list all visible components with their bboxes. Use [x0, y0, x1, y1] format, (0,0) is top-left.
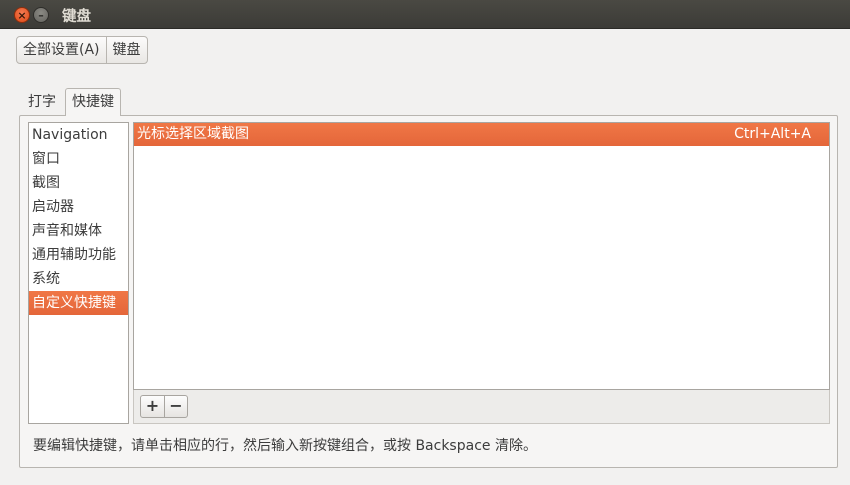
category-item-system[interactable]: 系统 — [29, 267, 128, 291]
window-title: 键盘 — [62, 9, 91, 25]
minimize-window-button[interactable]: – — [33, 7, 49, 23]
add-remove-buttons: + − — [140, 395, 188, 418]
remove-shortcut-button[interactable]: − — [164, 396, 187, 417]
shortcut-row[interactable]: 光标选择区域截图 Ctrl+Alt+A — [134, 123, 829, 146]
add-shortcut-button[interactable]: + — [141, 396, 164, 417]
shortcut-list-toolbar: + − — [133, 390, 830, 424]
title-bar[interactable]: × – 键盘 — [0, 0, 850, 29]
close-icon: × — [17, 8, 27, 22]
minus-icon: − — [169, 396, 183, 415]
category-item-custom-shortcuts[interactable]: 自定义快捷键 — [29, 291, 128, 315]
shortcut-category-list: Navigation 窗口 截图 启动器 声音和媒体 通用辅助功能 系统 自定义… — [28, 122, 129, 424]
close-window-button[interactable]: × — [14, 7, 30, 23]
edit-hint-text: 要编辑快捷键，请单击相应的行，然后输入新按键组合，或按 Backspace 清除… — [33, 438, 537, 454]
tab-shortcuts[interactable]: 快捷键 — [65, 88, 121, 116]
category-item-accessibility[interactable]: 通用辅助功能 — [29, 243, 128, 267]
tab-typing[interactable]: 打字 — [22, 89, 62, 115]
keyboard-settings-window: × – 键盘 全部设置(A) 键盘 打字 快捷键 Navigation 窗口 截… — [0, 0, 850, 485]
category-item-sound-media[interactable]: 声音和媒体 — [29, 219, 128, 243]
category-item-navigation[interactable]: Navigation — [29, 123, 128, 147]
shortcut-name: 光标选择区域截图 — [137, 126, 249, 142]
category-item-screenshots[interactable]: 截图 — [29, 171, 128, 195]
breadcrumb: 全部设置(A) 键盘 — [16, 36, 148, 64]
plus-icon: + — [145, 396, 160, 415]
shortcut-list: 光标选择区域截图 Ctrl+Alt+A — [133, 122, 830, 390]
breadcrumb-current[interactable]: 键盘 — [105, 37, 147, 63]
minimize-icon: – — [38, 8, 44, 22]
category-item-launchers[interactable]: 启动器 — [29, 195, 128, 219]
category-item-windows[interactable]: 窗口 — [29, 147, 128, 171]
shortcut-accelerator[interactable]: Ctrl+Alt+A — [734, 123, 811, 146]
all-settings-button[interactable]: 全部设置(A) — [17, 37, 106, 63]
